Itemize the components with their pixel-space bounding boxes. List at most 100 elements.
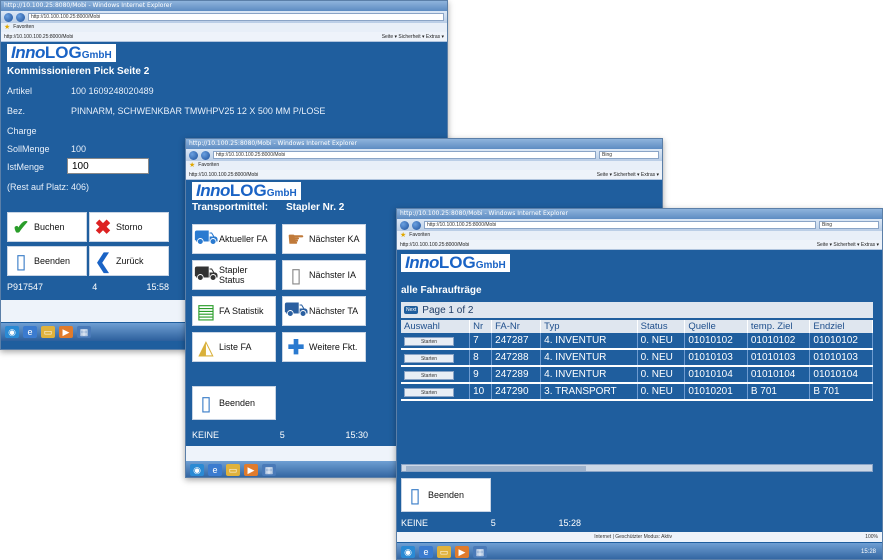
col-fa-nr[interactable]: FA-Nr — [491, 320, 542, 333]
zurueck-button[interactable]: ❮ Zurück — [89, 246, 169, 276]
status-user: KEINE — [401, 518, 429, 528]
ie-icon[interactable]: e — [208, 464, 222, 476]
address-input[interactable]: http://10.100.100.25:8000/Mobi — [28, 13, 444, 21]
favorites-label[interactable]: Favoriten — [13, 23, 34, 32]
tab-tools[interactable]: Seite ▾ Sicherheit ▾ Extras ▾ — [597, 170, 659, 179]
beenden-button[interactable]: ▯ Beenden — [401, 478, 491, 512]
media-icon[interactable]: ▶ — [59, 326, 73, 338]
status-time: 15:58 — [146, 282, 169, 292]
table-row[interactable]: Starten 9 247289 4. INVENTUR 0. NEU 0101… — [401, 366, 873, 384]
table-row[interactable]: Starten 10 247290 3. TRANSPORT 0. NEU 01… — [401, 383, 873, 401]
address-input[interactable]: http://10.100.100.25:8000/Mobi — [424, 221, 816, 229]
storno-button[interactable]: ✖ Storno — [89, 212, 169, 242]
app-icon[interactable]: ▦ — [77, 326, 91, 338]
zoom-level[interactable]: 100% — [865, 534, 878, 540]
liste-fa-button[interactable]: ◭ Liste FA — [192, 332, 276, 362]
table-row[interactable]: Starten 7 247287 4. INVENTUR 0. NEU 0101… — [401, 333, 873, 350]
naechster-ia-button[interactable]: ▯ Nächster IA — [282, 260, 366, 290]
sollmenge-label: SollMenge — [7, 144, 50, 154]
table-row[interactable]: Starten 8 247288 4. INVENTUR 0. NEU 0101… — [401, 349, 873, 367]
hand-icon: ☛ — [287, 228, 305, 251]
search-input[interactable]: Bing — [599, 151, 659, 159]
aktueller-fa-button[interactable]: ⛟ Aktueller FA — [192, 224, 276, 254]
stapler-status-button[interactable]: ⛟ Stapler Status — [192, 260, 276, 290]
app-icon[interactable]: ▦ — [262, 464, 276, 476]
favorites-label[interactable]: Favoriten — [409, 231, 430, 240]
cell-fa-nr: 247287 — [491, 333, 542, 350]
status-number: 5 — [279, 430, 285, 440]
forward-icon[interactable] — [412, 220, 421, 230]
beenden-button[interactable]: ▯ Beenden — [7, 246, 87, 276]
clock[interactable]: 15:28 — [861, 549, 882, 555]
istmenge-label: IstMenge — [7, 162, 45, 172]
fa-statistik-button[interactable]: ▤ FA Statistik — [192, 296, 276, 326]
start-icon[interactable]: ◉ — [401, 546, 415, 558]
door-icon: ▯ — [200, 392, 212, 415]
folder-icon[interactable]: ▭ — [437, 546, 451, 558]
delivery-truck-icon: ⛟ — [283, 298, 309, 321]
back-icon[interactable] — [400, 220, 409, 230]
star-icon[interactable]: ★ — [400, 231, 406, 240]
status-user: P917547 — [7, 282, 44, 292]
col-temp-ziel[interactable]: temp. Ziel — [747, 320, 811, 333]
col-typ[interactable]: Typ — [540, 320, 638, 333]
forward-icon[interactable] — [201, 150, 210, 160]
media-icon[interactable]: ▶ — [244, 464, 258, 476]
tab-tools[interactable]: Seite ▾ Sicherheit ▾ Extras ▾ — [382, 32, 444, 41]
forklift-icon: ⛟ — [193, 226, 219, 249]
bez-value: PINNARM, SCHWENKBAR TMWHPV25 12 X 500 MM… — [71, 106, 326, 116]
folder-icon[interactable]: ▭ — [41, 326, 55, 338]
col-nr[interactable]: Nr — [469, 320, 493, 333]
artikel-label: Artikel — [7, 86, 33, 96]
checkmark-icon: ✔ — [12, 216, 30, 239]
tab-tools[interactable]: Seite ▾ Sicherheit ▾ Extras ▾ — [817, 240, 879, 249]
window-title: http://10.100.25:8080/Mobi - Windows Int… — [397, 209, 882, 219]
cell-quelle: 01010104 — [684, 366, 748, 384]
start-button[interactable]: Starten — [404, 371, 454, 380]
naechster-ka-button[interactable]: ☛ Nächster KA — [282, 224, 366, 254]
forward-icon[interactable] — [16, 12, 25, 22]
start-button[interactable]: Starten — [404, 354, 454, 363]
beenden-button[interactable]: ▯ Beenden — [192, 386, 276, 420]
start-button[interactable]: Starten — [404, 388, 454, 397]
folder-icon[interactable]: ▭ — [226, 464, 240, 476]
ie-icon[interactable]: e — [419, 546, 433, 558]
address-input[interactable]: http://10.100.100.25:8000/Mobi — [213, 151, 596, 159]
horizontal-scrollbar[interactable] — [401, 464, 873, 472]
favorites-label[interactable]: Favoriten — [198, 161, 219, 170]
tab-page[interactable]: http://10.100.100.25:8000/Mobi — [189, 170, 258, 179]
cell-endziel: 01010103 — [809, 349, 873, 367]
col-endziel[interactable]: Endziel — [809, 320, 873, 333]
col-status[interactable]: Status — [637, 320, 686, 333]
charge-label: Charge — [7, 126, 37, 136]
buchen-button[interactable]: ✔ Buchen — [7, 212, 87, 242]
tab-page[interactable]: http://10.100.100.25:8000/Mobi — [4, 32, 73, 41]
status-time: 15:28 — [558, 518, 581, 528]
star-icon[interactable]: ★ — [189, 161, 195, 170]
cross-icon: ✖ — [94, 216, 112, 239]
ie-icon[interactable]: e — [23, 326, 37, 338]
app-icon[interactable]: ▦ — [473, 546, 487, 558]
nav-bar: http://10.100.100.25:8000/Mobi Bing — [186, 149, 662, 161]
favorites-bar: ★ Favoriten — [186, 161, 662, 170]
istmenge-input[interactable]: 100 — [67, 158, 149, 174]
col-auswahl[interactable]: Auswahl — [401, 320, 471, 333]
cell-quelle: 01010103 — [684, 349, 748, 367]
media-icon[interactable]: ▶ — [455, 546, 469, 558]
next-page-button[interactable]: Next — [404, 306, 419, 314]
back-icon[interactable] — [4, 12, 13, 22]
search-input[interactable]: Bing — [819, 221, 879, 229]
page-indicator: Page 1 of 2 — [422, 304, 474, 316]
tab-page[interactable]: http://10.100.100.25:8000/Mobi — [400, 240, 469, 249]
ie-status-bar: Internet | Geschützter Modus: Aktiv 100% — [397, 532, 882, 542]
col-quelle[interactable]: Quelle — [684, 320, 748, 333]
back-icon[interactable] — [189, 150, 198, 160]
weitere-fkt-button[interactable]: ✚ Weitere Fkt. — [282, 332, 366, 362]
star-icon[interactable]: ★ — [4, 23, 10, 32]
truck-icon: ⛟ — [193, 262, 219, 285]
start-icon[interactable]: ◉ — [190, 464, 204, 476]
naechster-ta-button[interactable]: ⛟ Nächster TA — [282, 296, 366, 326]
start-button[interactable]: Starten — [404, 337, 454, 346]
start-icon[interactable]: ◉ — [5, 326, 19, 338]
status-user: KEINE — [192, 430, 220, 440]
